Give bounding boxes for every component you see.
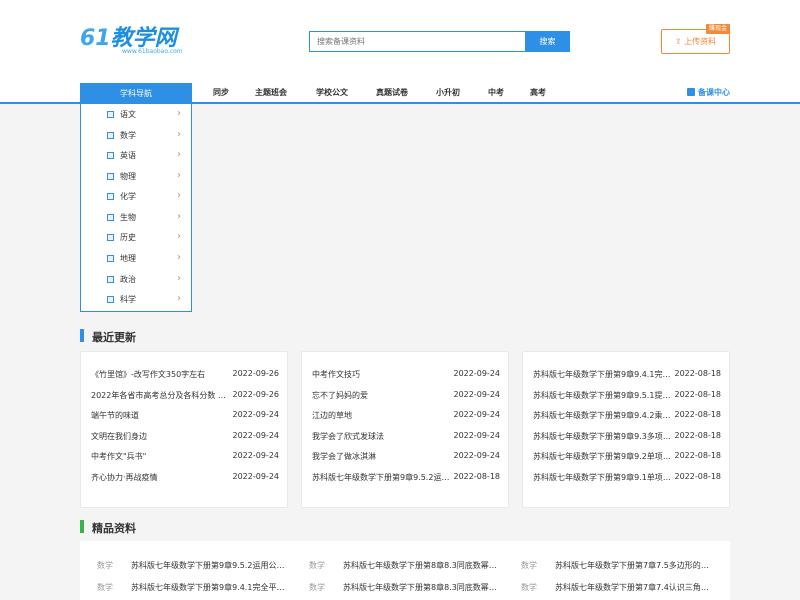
chevron-right-icon: › [177, 293, 181, 304]
logo-url: www.61baobao.com [122, 48, 183, 55]
chevron-right-icon: › [177, 170, 181, 181]
list-item[interactable]: 文明在我们身边 2022-09-24 [91, 431, 279, 445]
book-icon [107, 193, 114, 200]
search-button[interactable]: 搜索 [525, 31, 570, 52]
list-item[interactable]: 端午节的味道 2022-09-24 [91, 410, 279, 424]
recent-card-1: 《竹里馆》-改写作文350字左右 2022-09-26 2022年各省市高考总分及… [80, 351, 288, 508]
list-item[interactable]: 齐心协力·再战疫情 2022-09-24 [91, 472, 279, 486]
best-section-marker [80, 520, 84, 533]
nav-sync[interactable]: 同步 [213, 83, 229, 104]
subject-dropdown: 语文 › 数学 › 英语 › 物理 › 化学 › 生物 › 历史 › 地理 › 政治 › 科学 › [80, 104, 192, 312]
subject-item-chemistry[interactable]: 化学 › [81, 187, 191, 207]
list-item[interactable]: 忘不了妈妈的爱 2022-09-24 [312, 390, 500, 404]
nav-class-meeting[interactable]: 主题班会 [255, 83, 287, 104]
best-section-title: 精品资料 [92, 522, 136, 535]
chevron-right-icon: › [177, 252, 181, 263]
subject-item-science[interactable]: 科学 › [81, 290, 191, 310]
book-icon [107, 255, 114, 262]
book-icon [107, 111, 114, 118]
chevron-right-icon: › [177, 211, 181, 222]
nav-zhongkao[interactable]: 中考 [488, 83, 504, 104]
list-item[interactable]: 中考作文技巧 2022-09-24 [312, 369, 500, 383]
chevron-right-icon: › [177, 190, 181, 201]
subject-item-english[interactable]: 英语 › [81, 146, 191, 166]
list-item[interactable]: 苏科版七年级数学下册第9章9.3多项式... 2022-08-18 [533, 431, 721, 445]
upload-button[interactable]: ⇪ 上传资料 赚现金 [661, 24, 730, 54]
site-logo[interactable]: 61教学网 www.61baobao.com [80, 26, 190, 58]
list-item[interactable]: 江边的草地 2022-09-24 [312, 410, 500, 424]
recent-card-2: 中考作文技巧 2022-09-24 忘不了妈妈的爱 2022-09-24 江边的草地… [301, 351, 509, 508]
main-nav: 学科导航 同步 主题班会 学校公文 真题试卷 小升初 中考 高考 备课中心 [80, 83, 730, 104]
list-item[interactable]: 苏科版七年级数学下册第9章9.5.2运用... 2022-08-18 [312, 472, 500, 486]
book-icon [107, 234, 114, 241]
lesson-center-label: 备课中心 [698, 88, 730, 97]
list-item[interactable]: 2022年各省市高考总分及各科分数 分... 2022-09-26 [91, 390, 279, 404]
book-icon [107, 173, 114, 180]
best-materials-panel: 数学 苏科版七年级数学下册第9章9.5.2运用公式... 数学 苏科版七年级数学下册… [80, 541, 730, 600]
search-bar: 搜索 [309, 31, 570, 52]
site-header: 61教学网 www.61baobao.com 搜索 ⇪ 上传资料 赚现金 学科导… [0, 0, 800, 104]
chevron-right-icon: › [177, 129, 181, 140]
list-item[interactable]: 我学会了欣式发球法 2022-09-24 [312, 431, 500, 445]
book-icon [107, 276, 114, 283]
list-item[interactable]: 我学会了做冰淇淋 2022-09-24 [312, 451, 500, 465]
nav-gaokao[interactable]: 高考 [530, 83, 546, 104]
subject-item-geography[interactable]: 地理 › [81, 249, 191, 269]
book-icon [107, 214, 114, 221]
upload-label: ⇪ 上传资料 [674, 37, 717, 46]
search-input[interactable] [309, 31, 525, 52]
nav-school-docs[interactable]: 学校公文 [316, 83, 348, 104]
chevron-right-icon: › [177, 108, 181, 119]
list-item[interactable]: 《竹里馆》-改写作文350字左右 2022-09-26 [91, 369, 279, 383]
book-icon [107, 296, 114, 303]
recent-card-3: 苏科版七年级数学下册第9章9.4.1完全... 2022-08-18 苏科版七年级… [522, 351, 730, 508]
lesson-center-icon [687, 88, 695, 96]
subject-item-history[interactable]: 历史 › [81, 228, 191, 248]
list-item[interactable]: 苏科版七年级数学下册第9章9.5.1提公... 2022-08-18 [533, 390, 721, 404]
chevron-right-icon: › [177, 273, 181, 284]
nav-exam-papers[interactable]: 真题试卷 [376, 83, 408, 104]
subject-item-chinese[interactable]: 语文 › [81, 105, 191, 125]
nav-primary-to-middle[interactable]: 小升初 [436, 83, 460, 104]
list-item[interactable]: 苏科版七年级数学下册第9章9.2单项式... 2022-08-18 [533, 451, 721, 465]
chevron-right-icon: › [177, 231, 181, 242]
book-icon [107, 132, 114, 139]
subject-item-biology[interactable]: 生物 › [81, 208, 191, 228]
chevron-right-icon: › [177, 149, 181, 160]
subject-item-math[interactable]: 数学 › [81, 126, 191, 146]
recent-section-marker [80, 329, 84, 342]
book-icon [107, 152, 114, 159]
lesson-center-link[interactable]: 备课中心 [687, 83, 730, 104]
recent-section-title: 最近更新 [92, 331, 136, 344]
list-item[interactable]: 苏科版七年级数学下册第9章9.1单项式... 2022-08-18 [533, 472, 721, 486]
list-item[interactable]: 苏科版七年级数学下册第9章9.4.2乘法... 2022-08-18 [533, 410, 721, 424]
subject-item-politics[interactable]: 政治 › [81, 270, 191, 290]
list-item[interactable]: 苏科版七年级数学下册第9章9.4.1完全... 2022-08-18 [533, 369, 721, 383]
subject-nav-button[interactable]: 学科导航 [80, 83, 192, 104]
subject-item-physics[interactable]: 物理 › [81, 167, 191, 187]
earn-cash-badge: 赚现金 [705, 24, 730, 34]
list-item[interactable]: 中考作文"兵书" 2022-09-24 [91, 451, 279, 465]
